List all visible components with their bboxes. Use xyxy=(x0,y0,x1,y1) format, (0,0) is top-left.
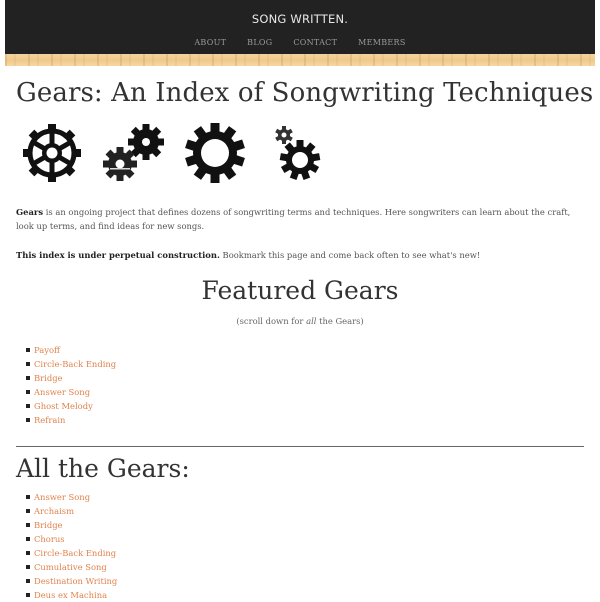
featured-link-bridge[interactable]: Bridge xyxy=(34,373,63,383)
gear-link-bridge[interactable]: Bridge xyxy=(34,520,63,530)
list-item: Circle-Back Ending xyxy=(26,357,116,371)
featured-link-ghost-melody[interactable]: Ghost Melody xyxy=(34,401,93,411)
featured-link-answer-song[interactable]: Answer Song xyxy=(34,387,90,397)
gear-link-destination-writing[interactable]: Destination Writing xyxy=(34,576,117,586)
divider xyxy=(16,446,584,447)
list-item: Bridge xyxy=(26,518,117,532)
site-title[interactable]: SONG WRITTEN. xyxy=(5,12,595,26)
featured-gears-heading: Featured Gears xyxy=(201,276,399,305)
notice-paragraph: This index is under perpetual constructi… xyxy=(16,248,584,262)
all-gears-heading: All the Gears: xyxy=(16,454,190,483)
gear-link-circle-back-ending[interactable]: Circle-Back Ending xyxy=(34,548,116,558)
main-content: Gears: An Index of Songwriting Technique… xyxy=(16,78,594,600)
intro-paragraph: Gears is an ongoing project that defines… xyxy=(16,205,584,233)
intro-bold: Gears xyxy=(16,207,44,217)
gear-link-archaism[interactable]: Archaism xyxy=(34,506,74,516)
site-header: SONG WRITTEN. ABOUT BLOG CONTACT MEMBERS xyxy=(5,0,595,54)
list-item: Answer Song xyxy=(26,385,116,399)
nav-blog[interactable]: BLOG xyxy=(247,38,272,47)
list-item: Bridge xyxy=(26,371,116,385)
gear-link-deus-ex-machina[interactable]: Deus ex Machina xyxy=(34,590,107,600)
small-and-large-gear-icon xyxy=(275,126,321,180)
gear-spoked-icon xyxy=(23,124,81,182)
gear-link-cumulative-song[interactable]: Cumulative Song xyxy=(34,562,107,572)
gear-ring-icon xyxy=(185,123,245,183)
list-item: Destination Writing xyxy=(26,574,117,588)
main-nav: ABOUT BLOG CONTACT MEMBERS xyxy=(5,38,595,47)
list-item: Cumulative Song xyxy=(26,560,117,574)
list-item: Circle-Back Ending xyxy=(26,546,117,560)
gear-images xyxy=(16,122,346,188)
scroll-note-after: the Gears) xyxy=(316,316,364,326)
featured-link-payoff[interactable]: Payoff xyxy=(34,345,60,355)
gear-link-answer-song[interactable]: Answer Song xyxy=(34,492,90,502)
gear-link-chorus[interactable]: Chorus xyxy=(34,534,65,544)
list-item: Refrain xyxy=(26,413,116,427)
featured-link-circle-back-ending[interactable]: Circle-Back Ending xyxy=(34,359,116,369)
all-gears-list: Answer Song Archaism Bridge Chorus Circl… xyxy=(26,490,117,602)
list-item: Chorus xyxy=(26,532,117,546)
featured-link-refrain[interactable]: Refrain xyxy=(34,415,65,425)
wood-banner xyxy=(5,54,595,66)
scroll-note: (scroll down for all the Gears) xyxy=(16,316,584,326)
nav-about[interactable]: ABOUT xyxy=(194,38,226,47)
scroll-note-em: all xyxy=(306,316,317,326)
nav-members[interactable]: MEMBERS xyxy=(358,38,406,47)
scroll-note-before: (scroll down for xyxy=(236,316,307,326)
featured-gears-list: Payoff Circle-Back Ending Bridge Answer … xyxy=(26,343,116,427)
page-title: Gears: An Index of Songwriting Technique… xyxy=(16,78,594,108)
notice-text: Bookmark this page and come back often t… xyxy=(219,250,481,260)
intro-text: is an ongoing project that defines dozen… xyxy=(16,207,571,231)
nav-contact[interactable]: CONTACT xyxy=(293,38,337,47)
list-item: Archaism xyxy=(26,504,117,518)
notice-bold: This index is under perpetual constructi… xyxy=(16,250,220,260)
two-gears-icon xyxy=(103,124,164,181)
list-item: Ghost Melody xyxy=(26,399,116,413)
list-item: Answer Song xyxy=(26,490,117,504)
list-item: Payoff xyxy=(26,343,116,357)
